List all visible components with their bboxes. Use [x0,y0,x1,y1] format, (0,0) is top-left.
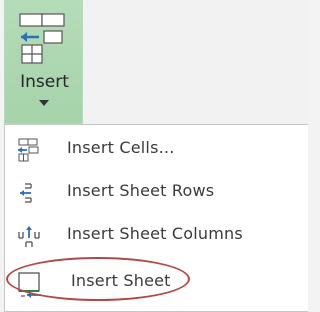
highlight-annotation-circle [6,257,190,301]
insert-dropdown-button[interactable]: Insert [4,0,83,124]
insert-columns-icon [17,224,41,248]
menu-item-label: Insert Sheet Rows [67,181,215,200]
menu-item-insert-sheet-columns[interactable]: Insert Sheet Columns [5,216,309,256]
dropdown-arrow-icon [39,100,49,106]
insert-cells-icon [19,12,69,68]
menu-item-insert-sheet-rows[interactable]: Insert Sheet Rows [5,173,309,213]
insert-cells-icon [17,138,41,162]
ribbon-background [83,0,308,124]
menu-item-label: Insert Sheet Columns [67,224,243,243]
insert-button-label: Insert [20,72,69,92]
menu-item-insert-cells[interactable]: Insert Cells... [5,130,309,170]
menu-item-label: Insert Cells... [67,138,175,157]
insert-rows-icon [17,181,41,205]
